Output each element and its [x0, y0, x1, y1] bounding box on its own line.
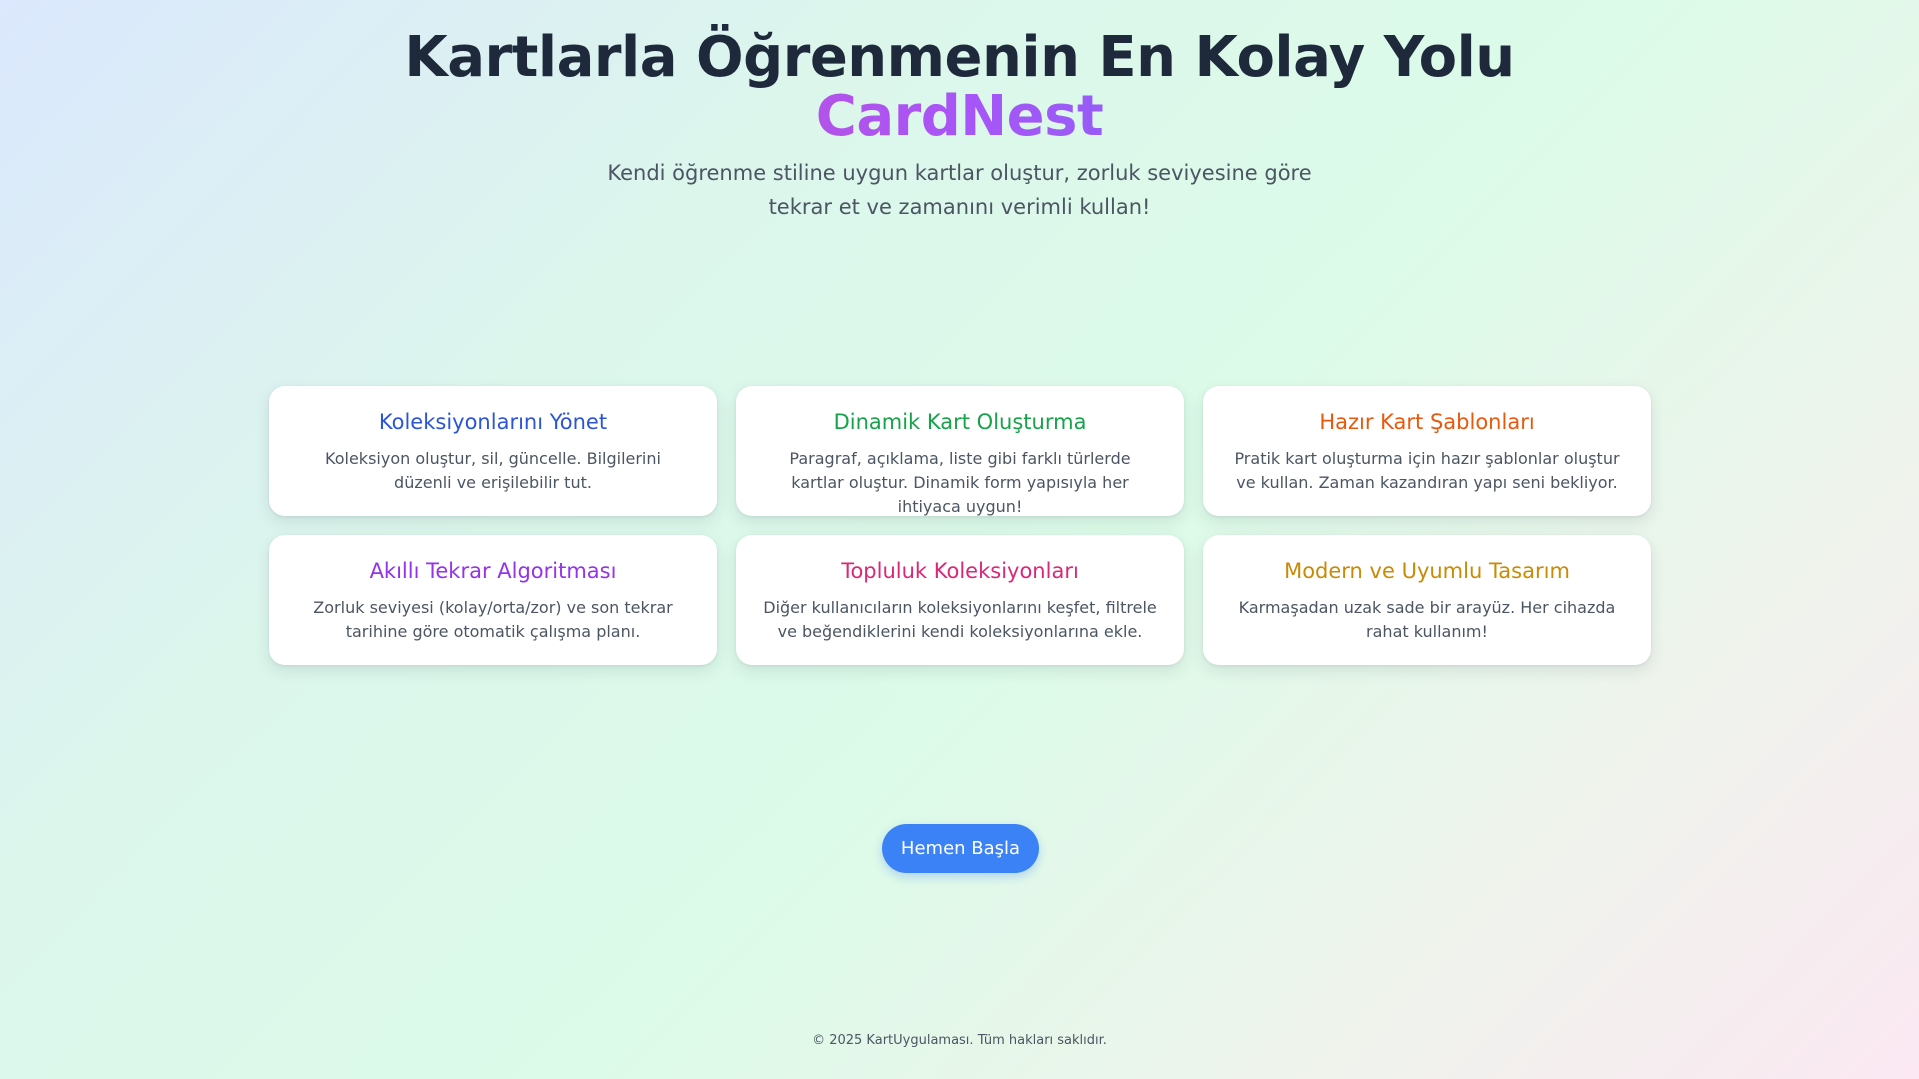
features-grid: Koleksiyonlarını Yönet Koleksiyon oluştu… — [269, 386, 1652, 665]
footer: © 2025 KartUygulaması. Tüm hakları saklı… — [0, 1033, 1919, 1048]
feature-description: Koleksiyon oluştur, sil, güncelle. Bilgi… — [325, 449, 661, 492]
feature-description: Karmaşadan uzak sade bir arayüz. Her cih… — [1238, 598, 1616, 641]
feature-card-collections: Koleksiyonlarını Yönet Koleksiyon oluştu… — [269, 386, 717, 516]
brand-name: CardNest — [0, 88, 1919, 146]
feature-description: Pratik kart oluşturma için hazır şablonl… — [1234, 449, 1620, 492]
feature-card-smart-repetition: Akıllı Tekrar Algoritması Zorluk seviyes… — [269, 535, 717, 665]
feature-title: Koleksiyonlarını Yönet — [378, 410, 608, 434]
feature-card-community: Topluluk Koleksiyonları Diğer kullanıcıl… — [736, 535, 1184, 665]
feature-description: Diğer kullanıcıların koleksiyonlarını ke… — [763, 598, 1157, 641]
title-text: Kartlarla Öğrenmenin En Kolay Yolu — [404, 25, 1515, 90]
feature-title: Modern ve Uyumlu Tasarım — [1284, 559, 1570, 583]
feature-description: Zorluk seviyesi (kolay/orta/zor) ve son … — [313, 598, 673, 641]
feature-title: Akıllı Tekrar Algoritması — [369, 559, 617, 583]
feature-title: Topluluk Koleksiyonları — [841, 559, 1079, 583]
feature-card-dynamic-cards: Dinamik Kart Oluşturma Paragraf, açıklam… — [736, 386, 1184, 516]
feature-description: Paragraf, açıklama, liste gibi farklı tü… — [789, 449, 1131, 516]
get-started-button[interactable]: Hemen Başla — [882, 824, 1039, 873]
feature-title: Dinamik Kart Oluşturma — [833, 410, 1087, 434]
copyright-text: © 2025 KartUygulaması. Tüm hakları saklı… — [812, 1033, 1107, 1048]
feature-card-templates: Hazır Kart Şablonları Pratik kart oluştu… — [1203, 386, 1651, 516]
page-title: Kartlarla Öğrenmenin En Kolay Yolu CardN… — [0, 28, 1919, 146]
feature-title: Hazır Kart Şablonları — [1319, 410, 1535, 434]
hero-section: Kartlarla Öğrenmenin En Kolay Yolu CardN… — [0, 28, 1919, 224]
hero-subtitle: Kendi öğrenme stiline uygun kartlar oluş… — [607, 161, 1312, 219]
feature-card-design: Modern ve Uyumlu Tasarım Karmaşadan uzak… — [1203, 535, 1651, 665]
